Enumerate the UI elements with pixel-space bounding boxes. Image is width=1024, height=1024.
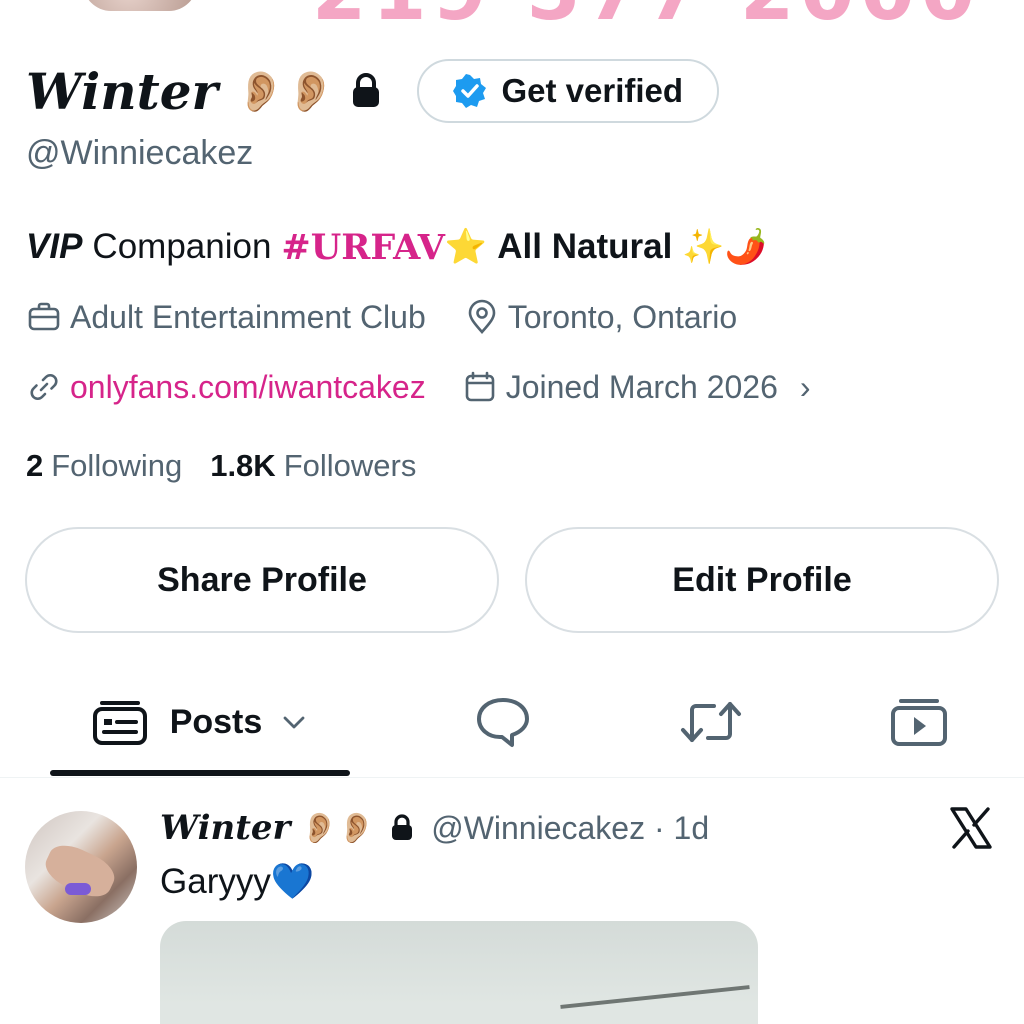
media-rail-detail: [560, 985, 750, 1009]
pepper-emoji: 🌶️: [724, 228, 767, 266]
chevron-down-icon[interactable]: [280, 712, 308, 732]
profile-handle: @Winniecakez: [26, 134, 254, 172]
profile-bio: VIP Companion #URFAV ⭐ All Natural ✨ 🌶️: [26, 222, 767, 272]
post-name-emoji: 👂🏼👂🏼: [300, 811, 376, 845]
post-header: Winter 👂🏼👂🏼 @Winniecakez · 1d: [160, 805, 709, 851]
tab-reposts[interactable]: [664, 670, 758, 774]
posts-feed-icon: [92, 701, 147, 745]
following-label: Following: [51, 448, 183, 483]
profile-link[interactable]: onlyfans.com/iwantcakez: [26, 369, 426, 406]
link-text[interactable]: onlyfans.com/iwantcakez: [70, 369, 426, 406]
chevron-right-icon: ›: [799, 368, 811, 405]
reply-bubble-icon: [477, 698, 529, 747]
followers-label: Followers: [283, 448, 417, 483]
name-emoji: 👂🏼👂🏼: [235, 69, 336, 114]
post-item[interactable]: Winter 👂🏼👂🏼 @Winniecakez · 1d Garyyy💙: [0, 779, 1024, 1024]
profile-joined[interactable]: Joined March 2026 ›: [462, 369, 811, 406]
profile-location: Toronto, Ontario: [464, 299, 737, 336]
media-video-icon: [891, 699, 947, 746]
link-icon: [30, 374, 58, 400]
calendar-icon: [465, 371, 495, 402]
profile-tabs: Posts: [0, 670, 1024, 778]
get-verified-label: Get verified: [501, 72, 684, 109]
post-author-name[interactable]: Winter: [160, 808, 290, 848]
sparkles-emoji: ✨: [682, 228, 725, 266]
banner-text: 219 577 2000: [312, 0, 981, 38]
following-count: 2: [26, 448, 44, 483]
repost-icon: [681, 702, 741, 742]
profile-avatar[interactable]: [80, 0, 200, 14]
followers-link[interactable]: 1.8K Followers: [210, 448, 416, 484]
post-author-avatar[interactable]: [25, 811, 137, 923]
following-link[interactable]: 2 Following: [26, 448, 182, 484]
profile-name-row: Winter 👂🏼👂🏼 Get verified: [26, 56, 720, 126]
share-profile-button[interactable]: Share Profile: [25, 527, 499, 633]
profile-meta-row: Adult Entertainment Club Toronto, Ontari…: [26, 294, 737, 340]
display-name: Winter: [26, 61, 218, 121]
tab-media[interactable]: [872, 670, 966, 774]
followers-count: 1.8K: [210, 448, 276, 483]
location-text: Toronto, Ontario: [507, 298, 738, 335]
bio-companion: Companion: [92, 227, 272, 266]
profile-category: Adult Entertainment Club: [26, 299, 426, 336]
briefcase-icon: [28, 302, 60, 331]
tab-posts[interactable]: Posts: [50, 670, 350, 774]
edit-profile-button[interactable]: Edit Profile: [525, 527, 999, 633]
post-text: Garyyy💙: [160, 862, 315, 901]
bio-hashtag[interactable]: #URFAV: [281, 227, 445, 268]
post-handle-time: @Winniecakez · 1d: [431, 809, 710, 846]
star-emoji: ⭐: [444, 228, 488, 266]
location-pin-icon: [468, 299, 496, 334]
profile-meta-row-2: onlyfans.com/iwantcakez Joined March 202…: [26, 364, 811, 410]
bio-vip: VIP: [26, 227, 83, 266]
bio-natural: All Natural: [497, 227, 673, 266]
follow-stats: 2 Following 1.8K Followers: [26, 444, 416, 488]
active-tab-indicator: [50, 770, 350, 776]
tab-posts-label: Posts: [169, 702, 263, 741]
tab-replies[interactable]: [456, 670, 550, 774]
lock-icon: [353, 73, 380, 107]
get-verified-button[interactable]: Get verified: [417, 59, 720, 123]
profile-actions: Share Profile Edit Profile: [25, 527, 999, 633]
x-logo-icon: [950, 807, 992, 849]
lock-icon: [392, 814, 413, 840]
post-media-image[interactable]: [160, 921, 758, 1024]
category-text: Adult Entertainment Club: [70, 298, 426, 335]
verified-badge-icon: [453, 74, 487, 108]
joined-text: Joined March 2026: [505, 368, 778, 405]
